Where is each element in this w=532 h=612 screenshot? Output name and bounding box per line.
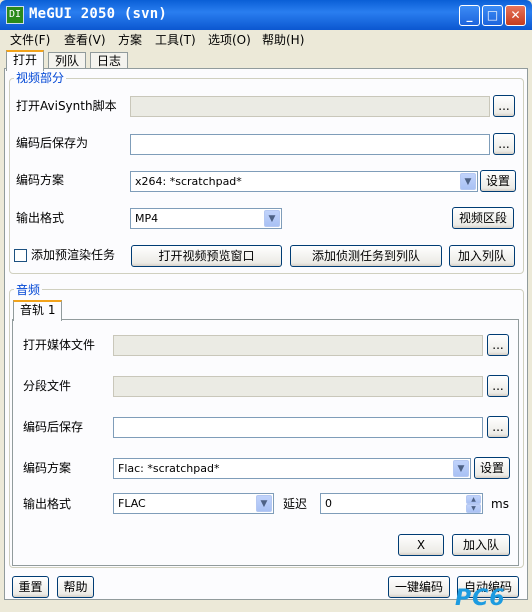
- menu-view[interactable]: 查看(V): [62, 32, 108, 48]
- one-click-button[interactable]: 一键编码: [388, 576, 450, 598]
- video-profile-select[interactable]: x264: *scratchpad* ▼: [130, 171, 478, 192]
- title-bar[interactable]: DI MeGUI 2050 (svn) _ □ ✕: [0, 0, 532, 30]
- help-button[interactable]: 帮助: [57, 576, 94, 598]
- audio-group-title: 音频: [14, 283, 43, 297]
- chevron-down-icon: ▼: [453, 460, 469, 477]
- chevron-down-icon: ▼: [256, 495, 272, 512]
- chevron-down-icon: ▼: [264, 210, 280, 227]
- audio-cuts-field[interactable]: [113, 376, 483, 397]
- menu-options[interactable]: 选项(O): [206, 32, 253, 48]
- spin-down-icon[interactable]: ▼: [466, 504, 481, 513]
- audio-delay-value: 0: [325, 497, 332, 510]
- avisynth-script-label: 打开AviSynth脚本: [16, 99, 117, 113]
- video-output-input[interactable]: [130, 134, 490, 155]
- reset-button[interactable]: 重置: [12, 576, 49, 598]
- audio-format-select[interactable]: FLAC ▼: [113, 493, 274, 514]
- audio-output-label: 编码后保存: [23, 420, 84, 434]
- menu-file[interactable]: 文件(F): [8, 32, 52, 48]
- watermark-logo: PC6: [455, 586, 506, 611]
- video-output-label: 编码后保存为: [16, 136, 89, 150]
- audio-enqueue-button[interactable]: 加入队: [452, 534, 510, 556]
- video-profile-value: x264: *scratchpad*: [135, 175, 242, 188]
- minimize-button[interactable]: _: [459, 5, 480, 26]
- audio-format-label: 输出格式: [23, 497, 72, 511]
- chevron-down-icon: ▼: [460, 173, 476, 190]
- audio-config-button[interactable]: 设置: [474, 457, 510, 479]
- audio-delay-input[interactable]: 0 ▲ ▼: [320, 493, 483, 514]
- audio-delay-unit: ms: [491, 497, 509, 511]
- menu-profiles[interactable]: 方案: [116, 32, 144, 48]
- video-zones-button[interactable]: 视频区段: [452, 207, 514, 229]
- app-icon: DI: [6, 6, 24, 24]
- browse-video-output-button[interactable]: ...: [493, 133, 515, 155]
- audio-profile-select[interactable]: Flac: *scratchpad* ▼: [113, 458, 471, 479]
- megui-window: DI MeGUI 2050 (svn) _ □ ✕ 文件(F) 查看(V) 方案…: [0, 0, 532, 612]
- browse-audio-output-button[interactable]: ...: [487, 416, 509, 438]
- video-group-title: 视频部分: [14, 71, 67, 85]
- video-enqueue-button[interactable]: 加入列队: [449, 245, 515, 267]
- audio-profile-label: 编码方案: [23, 461, 72, 475]
- video-config-button[interactable]: 设置: [480, 170, 516, 192]
- spin-up-icon[interactable]: ▲: [466, 495, 481, 504]
- audio-delay-label: 延迟: [283, 497, 308, 511]
- window-title: MeGUI 2050 (svn): [29, 6, 168, 22]
- audio-format-value: FLAC: [118, 497, 146, 510]
- browse-audio-input-button[interactable]: ...: [487, 334, 509, 356]
- video-format-select[interactable]: MP4 ▼: [130, 208, 282, 229]
- audio-input-label: 打开媒体文件: [23, 338, 96, 352]
- maximize-button[interactable]: □: [482, 5, 503, 26]
- prerender-checkbox[interactable]: [14, 249, 27, 262]
- audio-track-panel: [12, 319, 519, 566]
- menu-tools[interactable]: 工具(T): [153, 32, 198, 48]
- remove-audio-track-button[interactable]: X: [398, 534, 444, 556]
- avisynth-script-input[interactable]: [130, 96, 490, 117]
- audio-profile-value: Flac: *scratchpad*: [118, 462, 220, 475]
- video-profile-label: 编码方案: [16, 173, 65, 187]
- video-preview-button[interactable]: 打开视频预览窗口: [131, 245, 282, 267]
- browse-avisynth-button[interactable]: ...: [493, 95, 515, 117]
- tab-input[interactable]: 打开: [6, 50, 45, 71]
- video-format-label: 输出格式: [16, 211, 65, 225]
- video-format-value: MP4: [135, 212, 159, 225]
- close-button[interactable]: ✕: [505, 5, 526, 26]
- audio-input-field[interactable]: [113, 335, 483, 356]
- add-analysis-job-button[interactable]: 添加侦测任务到列队: [290, 245, 442, 267]
- menu-help[interactable]: 帮助(H): [260, 32, 306, 48]
- prerender-label: 添加预渲染任务: [31, 248, 116, 262]
- menu-bar: 文件(F) 查看(V) 方案 工具(T) 选项(O) 帮助(H): [0, 30, 532, 50]
- audio-output-field[interactable]: [113, 417, 483, 438]
- tab-audio-track-1[interactable]: 音轨 1: [13, 300, 63, 321]
- browse-audio-cuts-button[interactable]: ...: [487, 375, 509, 397]
- audio-cuts-label: 分段文件: [23, 379, 72, 393]
